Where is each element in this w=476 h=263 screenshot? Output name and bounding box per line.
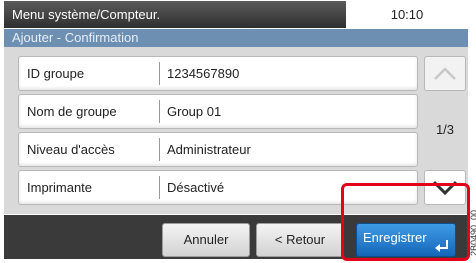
row-value: Group 01 <box>167 104 222 119</box>
figure-id: 2B0490_00 <box>469 209 476 256</box>
clock: 10:10 <box>346 1 468 28</box>
subtitle-text: Ajouter - Confirmation <box>12 30 139 45</box>
row-group-id[interactable]: ID groupe 1234567890 <box>18 56 418 91</box>
chevron-up-icon <box>434 67 456 80</box>
row-value: Administrateur <box>167 142 251 157</box>
back-button[interactable]: < Retour <box>256 223 344 257</box>
confirmation-panel: ID groupe 1234567890 Nom de groupe Group… <box>4 47 468 214</box>
row-access-level[interactable]: Niveau d'accès Administrateur <box>18 132 418 167</box>
chevron-down-icon <box>432 180 458 196</box>
screen-subtitle: Ajouter - Confirmation <box>4 29 468 47</box>
row-value: 1234567890 <box>167 66 240 81</box>
device-screen: Menu système/Compteur. 10:10 Ajouter - C… <box>0 0 476 263</box>
enter-icon <box>435 240 448 252</box>
row-value: Désactivé <box>167 180 225 195</box>
page-title: Menu système/Compteur. <box>12 7 161 22</box>
row-divider <box>159 100 160 123</box>
row-label: Nom de groupe <box>27 104 117 119</box>
row-divider <box>159 176 160 199</box>
title-bar: Menu système/Compteur. 10:10 <box>4 1 468 28</box>
scroll-down-button[interactable] <box>424 170 466 205</box>
save-button[interactable]: Enregistrer <box>356 223 456 257</box>
save-button-label: Enregistrer <box>363 230 427 245</box>
row-label: Niveau d'accès <box>27 142 115 157</box>
row-divider <box>159 138 160 161</box>
row-label: Imprimante <box>27 180 93 195</box>
row-group-name[interactable]: Nom de groupe Group 01 <box>18 94 418 129</box>
page-indicator: 1/3 <box>435 122 455 137</box>
cancel-button[interactable]: Annuler <box>162 223 250 257</box>
row-printer[interactable]: Imprimante Désactivé <box>18 170 418 205</box>
row-divider <box>159 62 160 85</box>
row-label: ID groupe <box>27 66 85 81</box>
scroll-up-button[interactable] <box>424 56 466 91</box>
